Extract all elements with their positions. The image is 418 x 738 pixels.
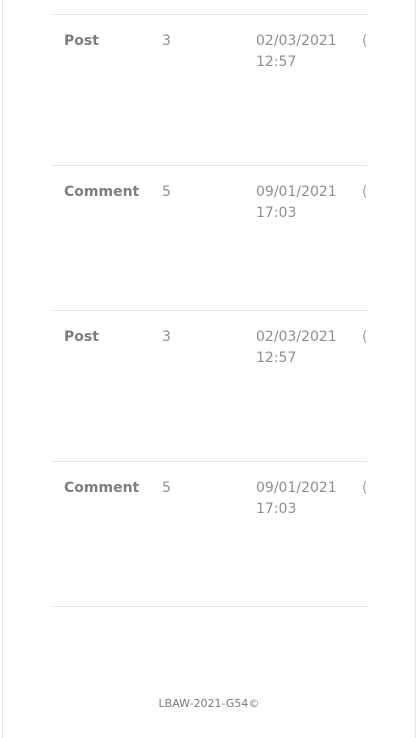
row-truncated-cell: ( <box>362 33 367 49</box>
table-row: Comment 5 09/01/2021 17:03 ( <box>52 165 367 310</box>
row-truncated-cell: ( <box>362 480 367 496</box>
row-datetime: 02/03/2021 12:57 <box>256 327 348 369</box>
notifications-table: Post 3 02/03/2021 12:57 ( Comment 5 09/01… <box>52 14 367 607</box>
row-date: 09/01/2021 <box>256 480 337 496</box>
row-date: 09/01/2021 <box>256 184 337 200</box>
table-row: Post 3 02/03/2021 12:57 ( <box>52 14 367 165</box>
row-count: 5 <box>162 184 171 200</box>
table-row: Comment 5 09/01/2021 17:03 ( <box>52 461 367 606</box>
row-type: Post <box>64 33 99 49</box>
row-truncated-cell: ( <box>362 329 367 345</box>
row-type: Comment <box>64 480 140 496</box>
row-truncated-cell: ( <box>362 184 367 200</box>
row-count: 5 <box>162 480 171 496</box>
row-count: 3 <box>162 329 171 345</box>
row-date: 02/03/2021 <box>256 329 337 345</box>
row-datetime: 09/01/2021 17:03 <box>256 182 348 224</box>
row-time: 17:03 <box>256 205 297 221</box>
row-type: Comment <box>64 184 140 200</box>
row-type: Post <box>64 329 99 345</box>
table-row: Post 3 02/03/2021 12:57 ( <box>52 310 367 461</box>
row-date: 02/03/2021 <box>256 33 337 49</box>
row-time: 12:57 <box>256 54 297 70</box>
row-count: 3 <box>162 33 171 49</box>
row-datetime: 09/01/2021 17:03 <box>256 478 348 520</box>
row-time: 17:03 <box>256 501 297 517</box>
footer-copyright: LBAW-2021-G54© <box>158 697 260 710</box>
row-datetime: 02/03/2021 12:57 <box>256 31 348 73</box>
table-bottom-border <box>52 606 367 607</box>
row-time: 12:57 <box>256 350 297 366</box>
